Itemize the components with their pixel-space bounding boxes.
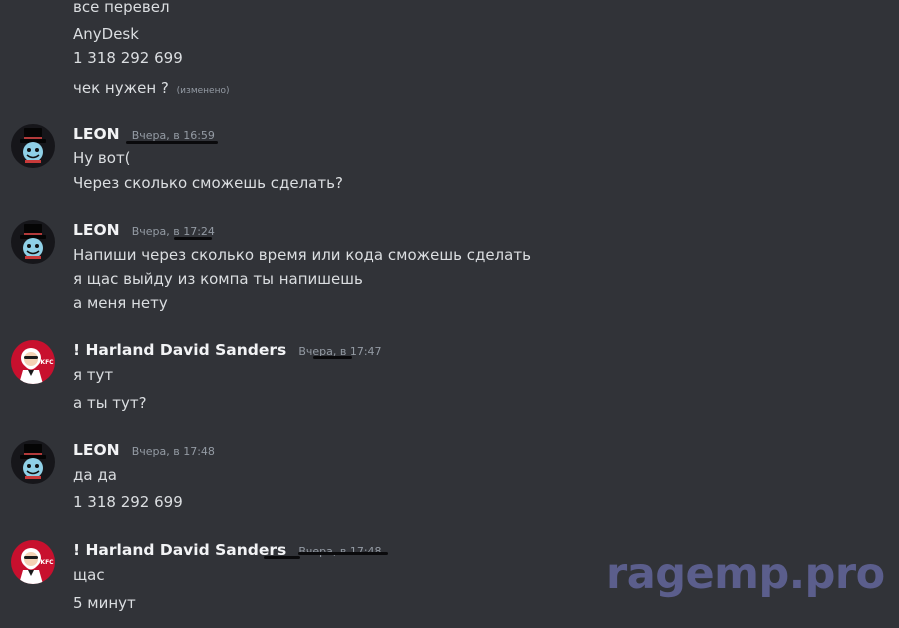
leon-avatar-icon xyxy=(11,124,55,168)
message-line: я щас выйду из компа ты напишешь xyxy=(73,270,363,288)
message-line: 5 минут xyxy=(73,594,136,612)
message-line: Напиши через сколько время или кода смож… xyxy=(73,246,531,264)
message-line: а меня нету xyxy=(73,294,168,312)
leon-avatar-icon xyxy=(11,220,55,264)
message-line: щас xyxy=(73,566,105,584)
svg-text:KFC: KFC xyxy=(40,559,54,566)
message-line: чек нужен ? (изменено) xyxy=(73,78,229,101)
message-line: AnyDesk xyxy=(73,25,139,43)
message-line: все перевел xyxy=(73,0,170,16)
timestamp[interactable]: Вчера, в 17:48 xyxy=(132,445,215,458)
svg-text:KFC: KFC xyxy=(40,359,54,366)
edited-label: (изменено) xyxy=(176,86,230,96)
kfc-avatar-icon: KFC xyxy=(11,340,55,384)
message-text: чек нужен ? xyxy=(73,79,169,97)
author-name[interactable]: LEON xyxy=(73,221,120,239)
author-name[interactable]: LEON xyxy=(73,125,120,143)
message-header: LEON Вчера, в 17:48 xyxy=(73,440,215,462)
author-name[interactable]: ! Harland David Sanders xyxy=(73,341,286,359)
author-name[interactable]: LEON xyxy=(73,441,120,459)
message-line: Ну вот( xyxy=(73,149,131,167)
redaction-scribble xyxy=(126,141,218,144)
redaction-scribble xyxy=(313,356,352,359)
avatar[interactable] xyxy=(11,124,55,168)
avatar[interactable]: KFC xyxy=(11,540,55,584)
redaction-scribble xyxy=(174,237,212,240)
message-line: а ты тут? xyxy=(73,394,147,412)
redaction-scribble xyxy=(264,556,300,559)
message-header: ! Harland David Sanders Вчера, в 17:48 xyxy=(73,540,382,562)
message-line: я тут xyxy=(73,366,114,384)
watermark: ragemp.pro xyxy=(606,549,885,599)
message-line: да да xyxy=(73,466,117,484)
avatar[interactable] xyxy=(11,440,55,484)
message-line: Через сколько сможешь сделать? xyxy=(73,174,343,192)
message-line: 1 318 292 699 xyxy=(73,493,183,511)
avatar[interactable]: KFC xyxy=(11,340,55,384)
kfc-avatar-icon: KFC xyxy=(11,540,55,584)
author-name[interactable]: ! Harland David Sanders xyxy=(73,541,286,559)
leon-avatar-icon xyxy=(11,440,55,484)
message-line: 1 318 292 699 xyxy=(73,49,183,67)
avatar[interactable] xyxy=(11,220,55,264)
redaction-scribble xyxy=(298,552,388,555)
